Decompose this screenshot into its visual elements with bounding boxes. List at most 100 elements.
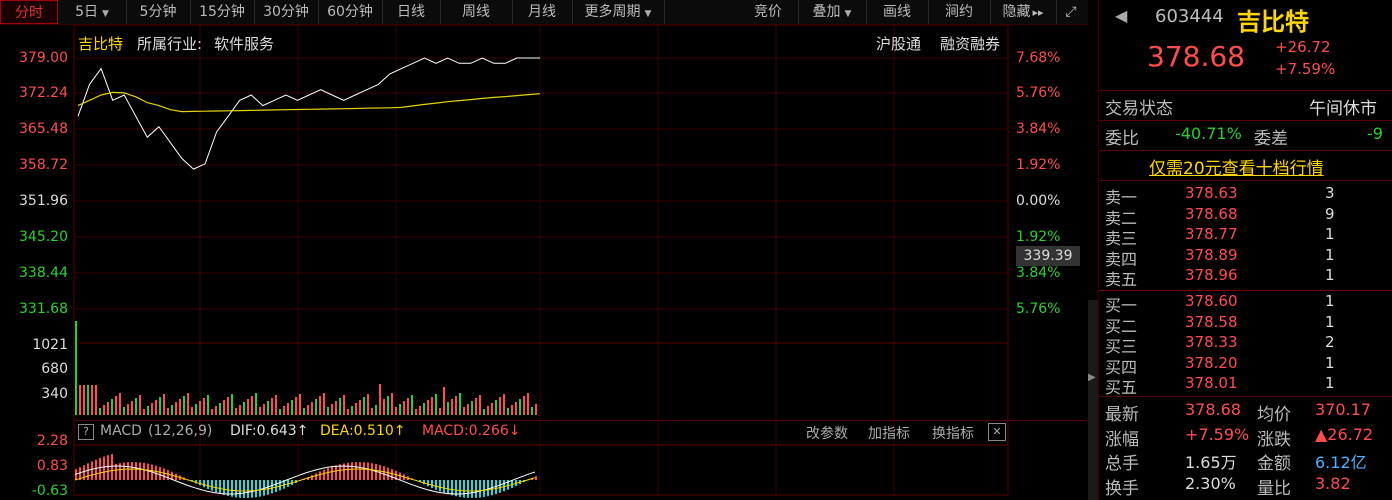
intraday-chart[interactable]: 吉比特 所属行业: 软件服务 沪股通 融资融券 379.00 372.24 36… <box>0 25 1088 500</box>
volume-bar <box>75 321 77 415</box>
volume-bar <box>403 401 405 415</box>
volume-bar <box>407 398 409 415</box>
tab-label: 15分钟 <box>199 4 245 20</box>
tab-5min[interactable]: 5分钟 <box>126 0 191 24</box>
ask-price: 378.96 <box>1185 266 1238 284</box>
volume-bar <box>243 402 245 415</box>
price-line <box>77 57 540 170</box>
price-tick: 331.68 <box>19 301 68 317</box>
volume-bar <box>111 399 113 415</box>
macd-bar <box>363 462 365 480</box>
tab-60min[interactable]: 60分钟 <box>318 0 383 24</box>
volume-bar <box>527 393 529 415</box>
volume-bar <box>143 409 145 415</box>
volume-bar <box>367 394 369 415</box>
stat-value: 1.65万 <box>1185 453 1237 472</box>
tab-label: 5分钟 <box>139 4 177 20</box>
tab-15min[interactable]: 15分钟 <box>190 0 255 24</box>
tab-monthly[interactable]: 月线 <box>512 0 573 24</box>
volume-bar <box>127 404 129 415</box>
macd-bar <box>319 471 321 480</box>
volume-bar <box>339 398 341 415</box>
bid-volume: 1 <box>1325 292 1335 310</box>
stat-label: 量比 <box>1257 478 1291 499</box>
volume-bar <box>399 404 401 415</box>
draw-line-button[interactable]: 画线 <box>866 0 929 24</box>
volume-bar <box>435 394 437 415</box>
bid-volume: 2 <box>1325 333 1335 351</box>
volume-bar <box>295 397 297 415</box>
add-indicator-button[interactable]: 加指标 <box>868 423 910 443</box>
macd-bar <box>503 480 505 492</box>
macd-bar <box>391 469 393 480</box>
volume-bar <box>323 393 325 415</box>
help-icon[interactable]: ? <box>78 424 94 440</box>
pct-tick: 7.68% <box>1016 50 1061 66</box>
margin-label[interactable]: 融资融券 <box>940 33 1000 54</box>
volume-bar <box>195 404 197 415</box>
overlay-button[interactable]: 叠加 ▼ <box>798 0 867 24</box>
tab-5day[interactable]: 5日 ▼ <box>58 0 127 24</box>
level10-promo-link[interactable]: 仅需20元查看十档行情 <box>1149 154 1324 179</box>
macd-bar <box>535 476 537 480</box>
modify-params-button[interactable]: 改参数 <box>806 423 848 443</box>
volume-bar <box>363 397 365 415</box>
macd-bar <box>463 480 465 498</box>
macd-bar <box>483 480 485 497</box>
tab-more-periods[interactable]: 更多周期 ▼ <box>572 0 665 24</box>
panel-splitter[interactable]: ▶ <box>1088 300 1098 500</box>
tab-intraday[interactable]: 分时 <box>0 0 58 24</box>
volume-bar <box>119 393 121 415</box>
volume-bar <box>447 402 449 415</box>
connect-label[interactable]: 沪股通 <box>876 33 921 54</box>
ask-price: 378.68 <box>1185 204 1238 223</box>
auction-button[interactable]: 竞价 <box>738 0 799 24</box>
caret-down-icon: ▼ <box>844 9 852 19</box>
volume-bar <box>239 405 241 415</box>
volume-bar <box>419 406 421 415</box>
volume-bar <box>115 396 117 415</box>
back-arrow-icon[interactable]: ◀ <box>1115 6 1127 25</box>
macd-bar <box>487 480 489 497</box>
tab-weekly[interactable]: 周线 <box>440 0 513 24</box>
volume-bar <box>247 399 249 415</box>
macd-bar <box>427 480 429 487</box>
tab-30min[interactable]: 30分钟 <box>254 0 319 24</box>
bid-volume: 1 <box>1325 312 1335 331</box>
macd-bar <box>107 455 109 480</box>
tab-daily[interactable]: 日线 <box>382 0 441 24</box>
hide-button[interactable]: 隐藏 ▸▸ <box>990 0 1057 24</box>
double-arrow-right-icon: ▸▸ <box>1032 6 1044 19</box>
period-toolbar: 分时 5日 ▼ 5分钟 15分钟 30分钟 60分钟 日线 周线 月线 更多周期 ▼… <box>0 0 1088 25</box>
volume-bar <box>231 394 233 415</box>
volume-bar <box>235 408 237 415</box>
expand-button[interactable]: ⤢ <box>1056 0 1086 24</box>
volume-bar <box>227 397 229 415</box>
volume-bar <box>423 403 425 415</box>
macd-bar <box>215 480 217 493</box>
macd-bar <box>387 467 389 480</box>
volume-bar <box>159 397 161 415</box>
price-tick: 351.96 <box>19 193 68 209</box>
volume-bar <box>139 395 141 415</box>
industry-label: 所属行业: <box>137 35 203 53</box>
ask-volume: 9 <box>1325 204 1335 223</box>
ask-level-label: 卖五 <box>1105 270 1138 289</box>
macd-bar <box>251 480 253 498</box>
volume-bar <box>211 409 213 415</box>
tab-label: 日线 <box>397 4 425 20</box>
brief-button[interactable]: 涧约 <box>928 0 991 24</box>
macd-bar <box>467 480 469 498</box>
close-icon[interactable]: ✕ <box>988 423 1006 441</box>
macd-bar <box>443 480 445 493</box>
switch-indicator-button[interactable]: 换指标 <box>932 423 974 443</box>
volume-bar <box>255 393 257 415</box>
status-label: 交易状态 <box>1105 99 1173 119</box>
stat-label: 总手 <box>1105 454 1139 474</box>
macd-bar <box>339 464 341 480</box>
stat-label: 涨幅 <box>1105 429 1139 450</box>
volume-bar <box>379 384 381 415</box>
volume-bar <box>167 408 169 415</box>
macd-bar <box>163 468 165 480</box>
volume-bar <box>123 407 125 415</box>
